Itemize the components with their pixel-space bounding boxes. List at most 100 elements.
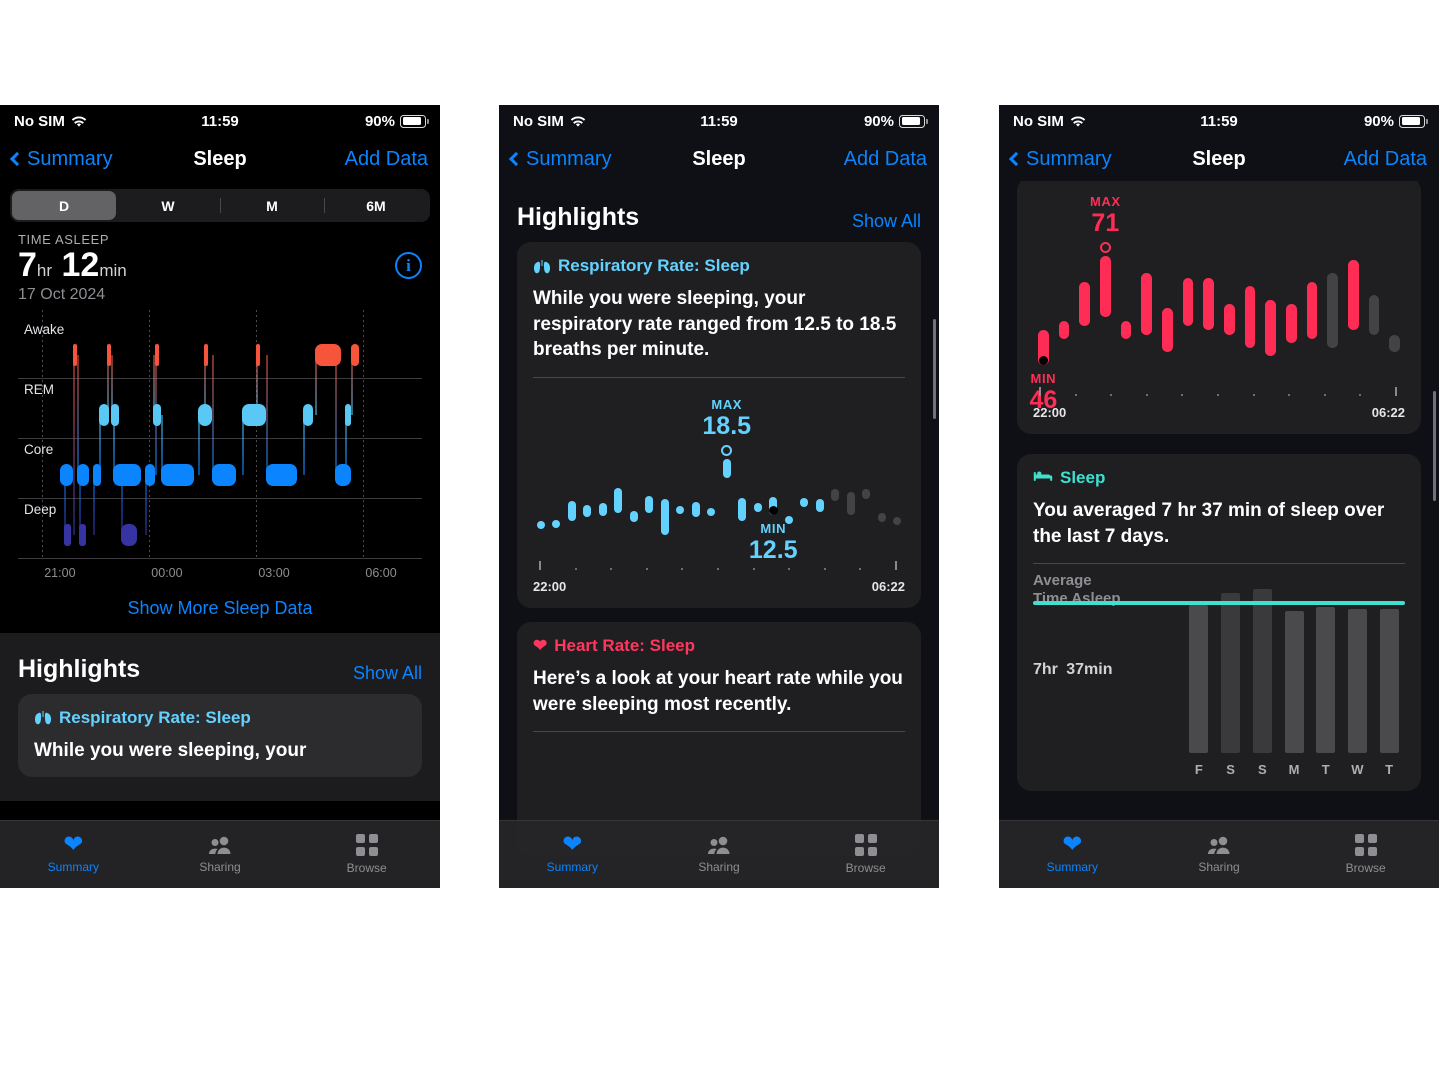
scroll-body-2[interactable]: Highlights Show All Respiratory Rate: Sl… [499,181,939,888]
add-data-button-2[interactable]: Add Data [844,148,927,171]
tab-bar-3[interactable]: ❤ Summary Sharing Browse [999,820,1439,888]
sleep-stage-segment-deep [64,523,71,546]
back-button[interactable]: Summary [9,147,113,171]
x-axis [1033,386,1405,396]
people-icon [207,835,233,855]
axis-tick-minor [1217,394,1219,396]
average-line [1033,601,1405,606]
card-divider-2 [533,376,905,378]
range-bar [1368,295,1380,335]
max-value: 18.5 [702,411,752,440]
segment-week[interactable]: W [116,191,220,220]
range-bar [583,504,592,518]
scroll-body-1[interactable]: D W M 6M TIME ASLEEP 7hr 12min i 17 Oct … [0,181,440,888]
bed-icon [1033,468,1053,488]
sleep-stage-segment-awake [72,343,77,366]
range-bar [1389,334,1401,353]
tab-sharing-3[interactable]: Sharing [1146,835,1293,874]
status-bar-right-3: 90% [1363,112,1428,130]
show-all-button-1[interactable]: Show All [353,663,422,684]
add-data-button[interactable]: Add Data [345,148,428,171]
time-gridline [363,309,365,558]
average-time-asleep-chart: Average Time Asleep 7hr 37min F S S M T W T [1033,572,1405,777]
range-bar [800,498,809,508]
sleep-stage-segment-deep [121,523,138,546]
highlights-header-2: Highlights Show All [499,181,939,242]
weekly-bar [1284,611,1304,754]
status-bar-3: No SIM 11:59 90% [999,105,1439,137]
tab-summary-2[interactable]: ❤ Summary [499,831,646,875]
weekly-bars: FSSMTWT [1033,572,1405,778]
sleep-card-3[interactable]: Sleep You averaged 7 hr 37 min of sleep … [1017,454,1421,792]
grid-icon-2 [854,834,877,856]
show-all-button-2[interactable]: Show All [852,211,921,232]
max-marker-dot [721,444,733,456]
respiratory-rate-card-2[interactable]: Respiratory Rate: Sleep While you were s… [517,242,921,608]
highlights-title-1: Highlights [18,654,141,683]
sleep-stage-segment-awake [155,343,160,366]
x-axis [533,560,905,570]
tab-summary-1[interactable]: ❤ Summary [0,833,147,875]
tab-bar-2[interactable]: ❤ Summary Sharing Browse [499,820,939,888]
back-label: Summary [27,147,113,170]
tab-sharing-1[interactable]: Sharing [147,835,294,874]
sleep-stage-segment-rem [197,403,212,426]
status-bar-left-3: No SIM [1013,113,1086,130]
back-button-2[interactable]: Summary [508,148,612,171]
weekly-bar [1252,588,1272,754]
carrier-label: No SIM [14,112,65,130]
weekday-label: S [1226,762,1235,778]
scrollbar-2[interactable] [933,319,936,419]
range-bar [877,513,886,522]
back-label-3: Summary [1026,147,1112,170]
add-data-button-3[interactable]: Add Data [1344,148,1427,171]
avg-hours-unit: hr [1041,661,1058,679]
range-bar [1223,303,1235,335]
stage-transition-line [76,354,79,475]
battery-percent-label: 90% [364,112,395,130]
range-bar [784,516,793,525]
back-button-3[interactable]: Summary [1008,147,1112,171]
x-axis-start-label: 22:00 [533,578,567,594]
show-more-sleep-data-button[interactable]: Show More Sleep Data [0,580,440,633]
tab-bar-1[interactable]: ❤ Summary Sharing Browse [0,820,440,888]
time-asleep-value: 7hr 12min [18,247,127,284]
axis-tick-minor [859,567,862,570]
heart-rate-chart-card-3[interactable]: MIN 46 MAX 71 22:00 06:22 [1017,181,1421,434]
sleep-stage-segment-core [266,463,297,486]
range-segmented-control[interactable]: D W M 6M [10,189,430,222]
range-bar [707,508,716,517]
lungs-icon [34,710,52,725]
card-divider-3 [1033,563,1405,565]
range-bar [660,499,669,536]
range-bar [1203,277,1215,331]
info-icon[interactable]: i [395,252,422,280]
tab-browse-2[interactable]: Browse [792,834,939,875]
wifi-icon-3 [1070,115,1086,127]
sleep-stage-segment-awake [106,343,111,366]
segment-six-month[interactable]: 6M [324,191,428,220]
scroll-body-3[interactable]: MIN 46 MAX 71 22:00 06:22 Sleep You averaged … [999,181,1439,888]
scrollbar-3[interactable] [1433,391,1436,501]
chevron-left-icon-2 [508,151,524,167]
people-icon-2 [706,835,732,855]
segment-month[interactable]: M [220,191,324,220]
time-gridline [149,309,151,558]
battery-percent-label-3: 90% [1363,112,1394,130]
tab-browse-3[interactable]: Browse [1292,834,1439,875]
sleep-stage-segment-rem [153,403,162,426]
tab-sharing-2[interactable]: Sharing [646,835,793,874]
segment-day[interactable]: D [12,191,116,220]
carrier-label-3: No SIM [1013,112,1064,130]
weekday-label: T [1321,762,1330,778]
grid-icon-3 [1354,834,1377,856]
status-bar: No SIM 11:59 90% [0,105,440,137]
axis-baseline [18,557,422,559]
heart-icon-tab-2: ❤ [562,831,583,858]
sleep-stages-chart: 21:00 00:00 03:00 06:00 Awake REM Core Deep [18,309,422,580]
respiratory-card-kicker-2: Respiratory Rate: Sleep [533,256,905,276]
tab-browse-1[interactable]: Browse [293,834,440,875]
phone-screen-3: No SIM 11:59 90% Summary Sleep Add Data … [999,105,1439,888]
tab-summary-3[interactable]: ❤ Summary [999,833,1146,875]
respiratory-rate-card-1[interactable]: Respiratory Rate: Sleep While you were s… [18,693,422,778]
